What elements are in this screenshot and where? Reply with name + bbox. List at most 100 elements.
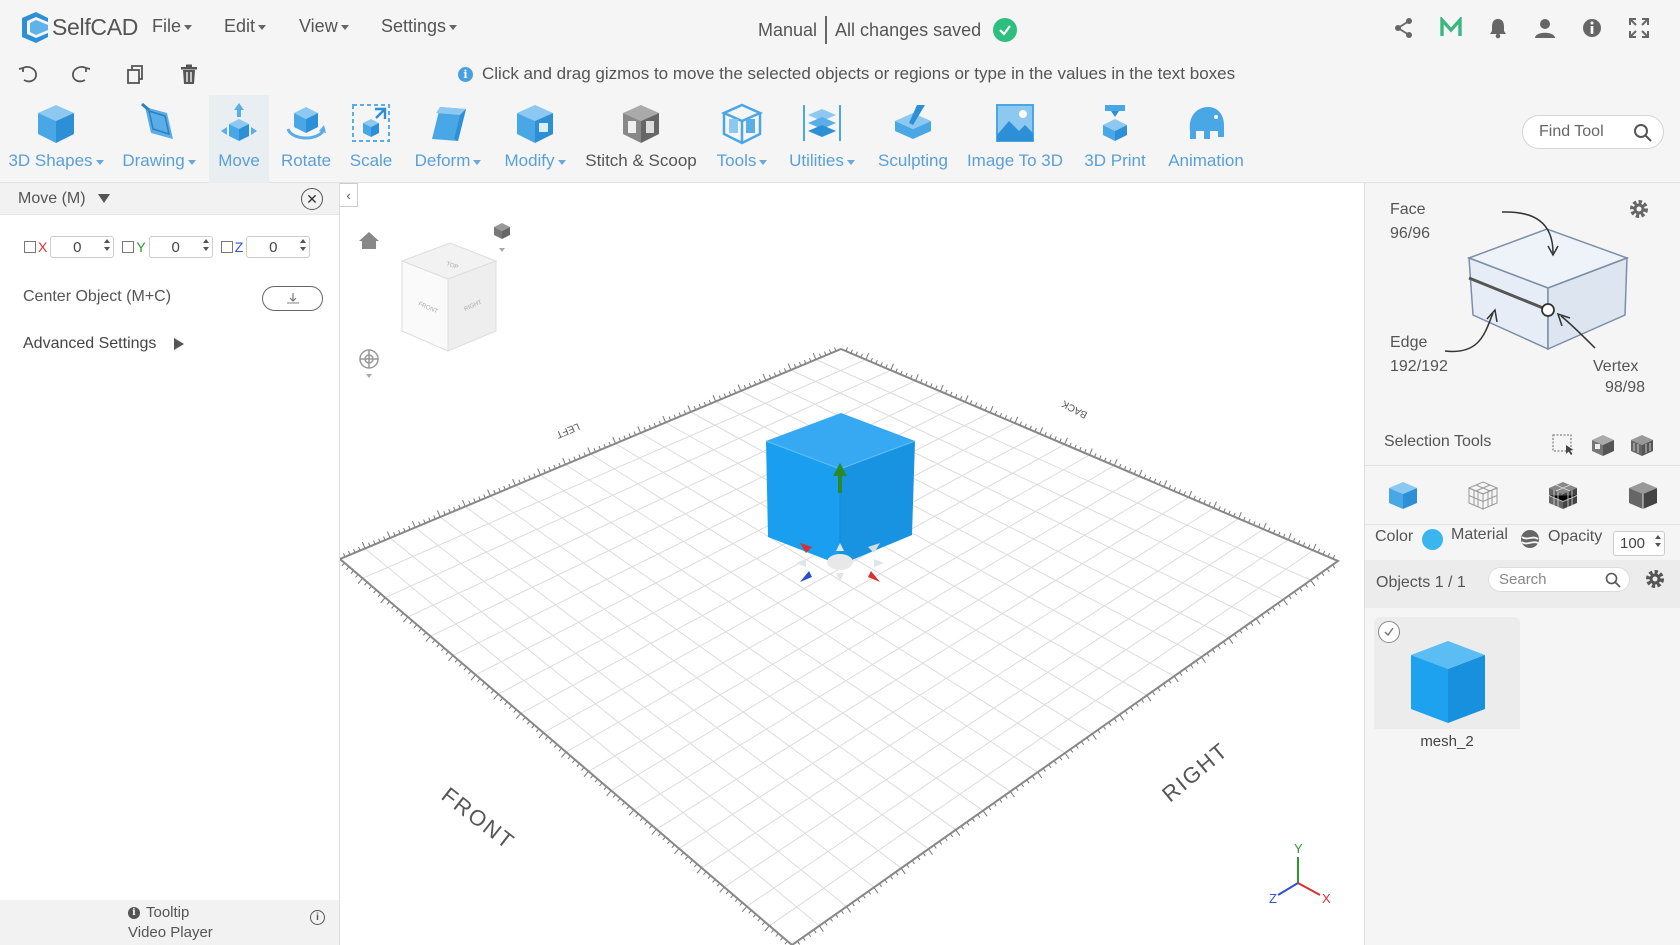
tool-label: Drawing bbox=[122, 151, 196, 171]
y-field[interactable]: 0 bbox=[148, 236, 213, 258]
tool-3d-shapes[interactable]: 3D Shapes bbox=[8, 95, 104, 183]
selection-mode-row bbox=[1365, 465, 1680, 525]
y-value: 0 bbox=[171, 238, 180, 256]
menu-file[interactable]: File bbox=[152, 16, 193, 37]
axes-indicator: Y X Z bbox=[1269, 841, 1331, 906]
tool-modify[interactable]: Modify bbox=[500, 95, 570, 183]
search-icon[interactable] bbox=[1633, 123, 1653, 148]
tool-rotate[interactable]: Rotate bbox=[276, 95, 336, 183]
grid-tick bbox=[890, 363, 894, 371]
undo-icon[interactable] bbox=[16, 62, 40, 86]
objects-search-input[interactable]: Search bbox=[1488, 567, 1630, 592]
grid-tick bbox=[1014, 416, 1019, 424]
copy-icon[interactable] bbox=[123, 62, 147, 86]
tool-label: 3D Shapes bbox=[8, 151, 104, 171]
tool-scale[interactable]: Scale bbox=[343, 95, 399, 183]
grid-tick bbox=[493, 693, 499, 700]
tool-animation[interactable]: Animation bbox=[1164, 95, 1248, 183]
trash-icon[interactable] bbox=[177, 62, 201, 86]
tool-image-to-3d[interactable]: Image To 3D bbox=[966, 95, 1064, 183]
search-icon[interactable] bbox=[1605, 572, 1621, 592]
grid-tick bbox=[386, 531, 391, 539]
find-tool-input[interactable]: Find Tool bbox=[1522, 115, 1664, 149]
selfcad-logo[interactable]: SelfCAD bbox=[18, 10, 138, 44]
axis-x-label: X bbox=[1322, 891, 1331, 906]
center-object-button[interactable] bbox=[262, 286, 323, 311]
m-brand-icon[interactable] bbox=[1427, 16, 1474, 40]
grid-tick bbox=[764, 925, 770, 932]
objects-settings-gear-icon[interactable] bbox=[1643, 567, 1667, 596]
tool-move[interactable]: Move bbox=[209, 95, 269, 183]
x-lock-checkbox[interactable] bbox=[24, 241, 36, 253]
solid-wireframe-mode-icon[interactable] bbox=[1547, 480, 1579, 515]
panel-header[interactable]: Move (M) bbox=[0, 183, 339, 215]
menu-settings[interactable]: Settings bbox=[381, 16, 458, 37]
tool-drawing[interactable]: Drawing bbox=[118, 95, 200, 183]
opacity-stepper[interactable] bbox=[1655, 535, 1661, 547]
home-icon[interactable] bbox=[359, 232, 379, 249]
shaded-mode-icon[interactable] bbox=[1627, 480, 1659, 515]
caret-down-icon[interactable] bbox=[97, 194, 110, 203]
orbit-icon[interactable] bbox=[359, 349, 379, 378]
z-lock-checkbox[interactable] bbox=[220, 241, 233, 253]
nav-cube[interactable]: TOP FRONT RIGHT bbox=[400, 242, 498, 352]
redo-icon[interactable] bbox=[69, 62, 93, 86]
object-mode-icon[interactable] bbox=[1387, 480, 1419, 515]
tooltip-toggle[interactable]: i Tooltip bbox=[128, 904, 189, 921]
z-field[interactable]: 0 bbox=[246, 236, 311, 258]
tool-3d-print[interactable]: 3D Print bbox=[1078, 95, 1152, 183]
gear-icon[interactable] bbox=[1627, 197, 1651, 226]
info-icon[interactable]: i bbox=[310, 910, 325, 925]
x-stepper[interactable] bbox=[104, 239, 111, 251]
share-icon[interactable] bbox=[1380, 16, 1427, 40]
tool-sculpting[interactable]: Sculpting bbox=[874, 95, 952, 183]
grid-tick bbox=[1262, 522, 1267, 530]
user-icon[interactable] bbox=[1521, 16, 1568, 40]
grid-tick bbox=[696, 867, 702, 874]
tool-utilities[interactable]: Utilities bbox=[784, 95, 860, 183]
menu-view[interactable]: View bbox=[299, 16, 349, 37]
object-name: mesh_2 bbox=[1374, 729, 1520, 755]
close-icon[interactable]: ✕ bbox=[301, 188, 323, 210]
tool-deform[interactable]: Deform bbox=[410, 95, 486, 183]
object-card[interactable]: mesh_2 bbox=[1374, 617, 1520, 755]
z-stepper[interactable] bbox=[300, 239, 307, 251]
find-tool-placeholder: Find Tool bbox=[1539, 123, 1604, 140]
mode-label[interactable]: Manual bbox=[758, 20, 817, 41]
grid-tick bbox=[1201, 656, 1206, 664]
info-icon[interactable] bbox=[1568, 16, 1615, 40]
grid-tick bbox=[818, 925, 824, 932]
grid-tick bbox=[1213, 501, 1217, 509]
wireframe-mode-icon[interactable] bbox=[1467, 480, 1499, 515]
grid-tick bbox=[1089, 448, 1093, 456]
object-select-checkbox[interactable] bbox=[1378, 621, 1400, 643]
y-stepper[interactable] bbox=[202, 239, 209, 251]
menu-settings-label: Settings bbox=[381, 16, 447, 36]
cube-icon bbox=[34, 95, 78, 151]
tool-stitch-scoop[interactable]: Stitch & Scoop bbox=[584, 95, 698, 183]
material-icon[interactable] bbox=[1519, 528, 1541, 555]
bell-icon[interactable] bbox=[1474, 16, 1521, 40]
scene-canvas[interactable]: FRONT RIGHT LEFT BACK TOP FRONT RIGHT Y … bbox=[340, 183, 1364, 945]
select-faces-icon[interactable] bbox=[1590, 433, 1616, 462]
grid-tick bbox=[687, 405, 692, 413]
opacity-input[interactable]: 100 bbox=[1613, 531, 1665, 556]
video-player-label[interactable]: Video Player bbox=[128, 924, 213, 941]
advanced-settings[interactable]: Advanced Settings bbox=[23, 335, 185, 353]
color-swatch[interactable] bbox=[1422, 529, 1443, 550]
image-icon bbox=[993, 95, 1037, 151]
fullscreen-icon[interactable] bbox=[1615, 16, 1662, 40]
camera-view-icon[interactable] bbox=[494, 223, 510, 252]
app-name: SelfCAD bbox=[52, 13, 139, 40]
objects-search-placeholder: Search bbox=[1499, 571, 1547, 588]
tool-tools[interactable]: Tools bbox=[712, 95, 772, 183]
3d-viewport[interactable]: FRONT RIGHT LEFT BACK TOP FRONT RIGHT Y … bbox=[340, 183, 1364, 945]
box-select-icon[interactable] bbox=[1551, 433, 1575, 460]
menu-edit[interactable]: Edit bbox=[224, 16, 267, 37]
select-connected-icon[interactable] bbox=[1629, 433, 1655, 462]
collapse-panel-button[interactable]: ‹ bbox=[340, 183, 358, 207]
y-lock-checkbox[interactable] bbox=[122, 241, 135, 253]
y-input-group: Y 0 bbox=[122, 236, 213, 258]
grid-tick bbox=[402, 616, 409, 623]
x-field[interactable]: 0 bbox=[50, 236, 115, 258]
